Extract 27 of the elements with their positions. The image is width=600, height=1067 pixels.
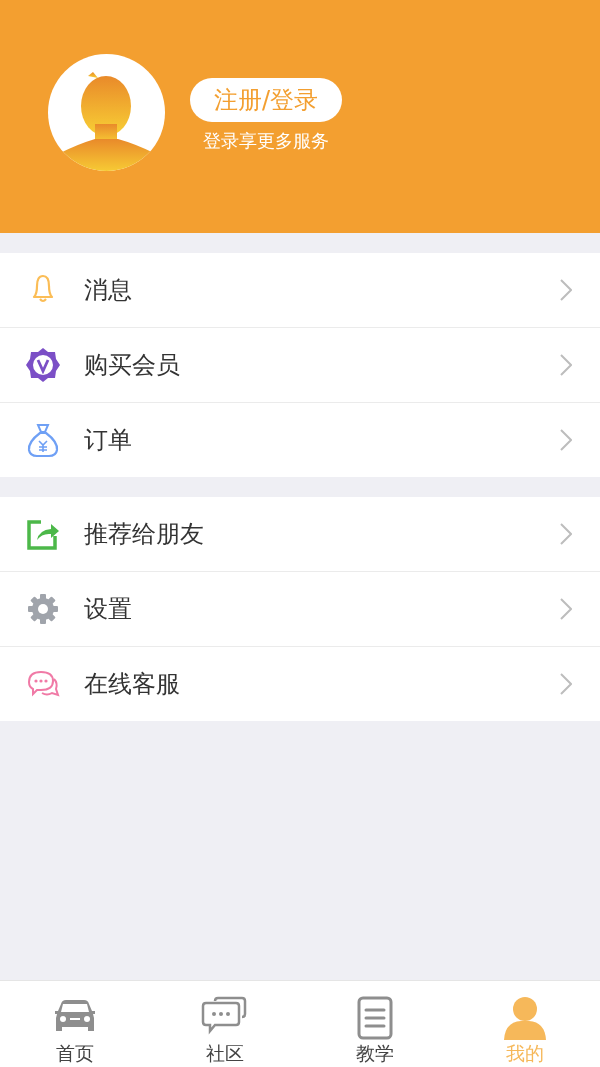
person-icon bbox=[501, 996, 549, 1040]
menu-item[interactable]: 消息 bbox=[0, 253, 600, 327]
menu-item[interactable]: 购买会员 bbox=[0, 328, 600, 402]
login-hint: 登录享更多服务 bbox=[203, 132, 330, 150]
avatar-icon[interactable] bbox=[48, 54, 165, 171]
settings-icon bbox=[25, 591, 61, 627]
menu-label: 推荐给朋友 bbox=[84, 519, 204, 550]
menu-item[interactable]: 推荐给朋友 bbox=[0, 497, 600, 571]
chevron-icon bbox=[560, 354, 572, 376]
menu-label: 在线客服 bbox=[84, 669, 180, 700]
menu-item[interactable]: 订单 bbox=[0, 403, 600, 477]
chevron-icon bbox=[560, 429, 572, 451]
menu-item[interactable]: 设置 bbox=[0, 572, 600, 646]
menu-label: 订单 bbox=[84, 425, 132, 456]
menu-label: 购买会员 bbox=[84, 350, 180, 381]
chevron-icon bbox=[560, 279, 572, 301]
chevron-icon bbox=[560, 523, 572, 545]
menu-item[interactable]: 在线客服 bbox=[0, 647, 600, 721]
menu-label: 消息 bbox=[84, 275, 132, 306]
vip-badge-icon bbox=[25, 347, 61, 383]
money-bag-icon bbox=[25, 422, 61, 458]
chevron-icon bbox=[560, 598, 572, 620]
tab[interactable]: 社区 bbox=[150, 981, 300, 1067]
menu-label: 设置 bbox=[84, 594, 132, 625]
tab[interactable]: 首页 bbox=[0, 981, 150, 1067]
tab[interactable]: 教学 bbox=[300, 981, 450, 1067]
chevron-icon bbox=[560, 673, 572, 695]
